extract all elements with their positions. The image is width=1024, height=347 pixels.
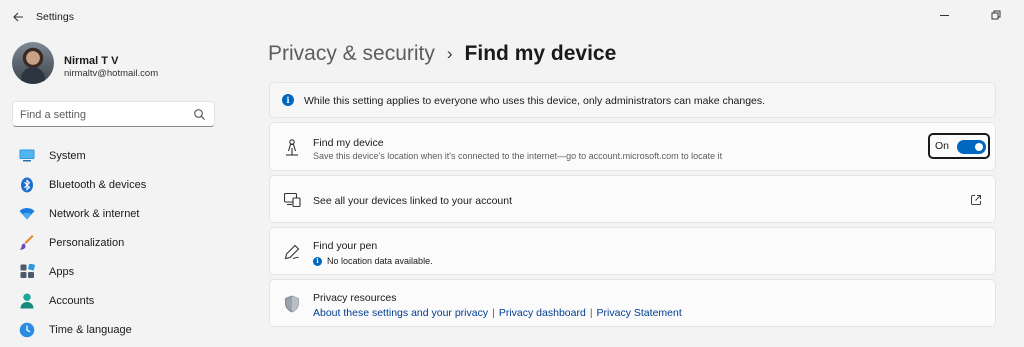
page-title: Find my device xyxy=(464,42,617,65)
admin-info-banner: i While this setting applies to everyone… xyxy=(269,82,996,118)
sidebar-item-label: Accounts xyxy=(49,294,95,307)
user-name: Nirmal T V xyxy=(64,55,119,67)
location-person-icon xyxy=(283,138,301,156)
avatar xyxy=(12,42,54,84)
pen-status: i No location data available. xyxy=(313,256,433,266)
about-privacy-link[interactable]: About these settings and your privacy xyxy=(313,307,488,319)
link-separator: | xyxy=(589,307,593,319)
sidebar-nav: System Bluetooth & devices Network & int… xyxy=(12,141,222,344)
sidebar-item-network[interactable]: Network & internet xyxy=(12,199,222,228)
search-icon[interactable] xyxy=(193,108,206,121)
accounts-icon xyxy=(18,292,36,310)
pen-status-text: No location data available. xyxy=(327,256,433,266)
apps-icon xyxy=(18,263,36,281)
find-your-pen-card: Find your pen i No location data availab… xyxy=(269,227,996,275)
search-box xyxy=(12,101,215,127)
find-my-device-title: Find my device xyxy=(313,137,384,149)
linked-devices-title: See all your devices linked to your acco… xyxy=(313,195,513,207)
sidebar-item-apps[interactable]: Apps xyxy=(12,257,222,286)
external-link-icon xyxy=(971,195,981,205)
minimize-button[interactable] xyxy=(933,6,955,24)
sidebar-item-personalization[interactable]: Personalization xyxy=(12,228,222,257)
minimize-icon xyxy=(939,14,949,16)
pen-icon xyxy=(283,243,301,261)
info-banner-text: While this setting applies to everyone w… xyxy=(304,95,766,107)
find-your-pen-title: Find your pen xyxy=(313,240,378,252)
user-email: nirmaltv@hotmail.com xyxy=(64,68,159,79)
toggle-state-label: On xyxy=(935,140,950,152)
shield-icon xyxy=(283,295,301,313)
link-separator: | xyxy=(492,307,495,319)
search-input[interactable] xyxy=(20,107,190,122)
title-bar: Settings xyxy=(0,0,1024,32)
sidebar-item-label: Bluetooth & devices xyxy=(49,178,147,191)
app-title: Settings xyxy=(36,11,74,23)
sidebar-item-time-language[interactable]: Time & language xyxy=(12,315,222,344)
find-my-device-card: Find my device Save this device's locati… xyxy=(269,122,996,171)
back-button[interactable] xyxy=(8,7,28,27)
breadcrumb-parent-link[interactable]: Privacy & security xyxy=(268,42,435,66)
find-my-device-description: Save this device's location when it's co… xyxy=(313,151,723,161)
breadcrumb-separator: › xyxy=(446,44,453,63)
restore-icon xyxy=(991,10,1001,20)
linked-devices-row[interactable]: See all your devices linked to your acco… xyxy=(269,175,996,223)
sidebar-item-label: Time & language xyxy=(49,323,132,336)
info-icon: i xyxy=(282,94,294,106)
sidebar-item-label: Personalization xyxy=(49,236,125,249)
sidebar-item-label: Network & internet xyxy=(49,207,140,220)
sidebar-item-system[interactable]: System xyxy=(12,141,222,170)
breadcrumb: Privacy & security › Find my device xyxy=(268,42,616,66)
toggle-knob xyxy=(975,143,983,151)
privacy-dashboard-link[interactable]: Privacy dashboard xyxy=(499,307,586,319)
sidebar-item-accounts[interactable]: Accounts xyxy=(12,286,222,315)
wifi-icon xyxy=(18,205,36,223)
sidebar-item-label: Apps xyxy=(49,265,75,278)
privacy-resources-title: Privacy resources xyxy=(313,292,397,304)
find-my-device-toggle-container: On xyxy=(928,133,990,159)
devices-icon xyxy=(283,191,301,209)
find-my-device-toggle[interactable] xyxy=(957,140,986,154)
globe-clock-icon xyxy=(18,321,36,339)
privacy-statement-link[interactable]: Privacy Statement xyxy=(597,307,682,319)
bluetooth-icon xyxy=(18,176,36,194)
privacy-links: About these settings and your privacy | … xyxy=(313,307,682,319)
brush-icon xyxy=(18,234,36,252)
system-icon xyxy=(18,147,36,165)
sidebar-item-label: System xyxy=(49,149,86,162)
back-arrow-icon xyxy=(12,12,23,22)
info-icon: i xyxy=(313,256,322,266)
sidebar-item-bluetooth[interactable]: Bluetooth & devices xyxy=(12,170,222,199)
restore-button[interactable] xyxy=(985,6,1007,24)
privacy-resources-card: Privacy resources About these settings a… xyxy=(269,279,996,327)
